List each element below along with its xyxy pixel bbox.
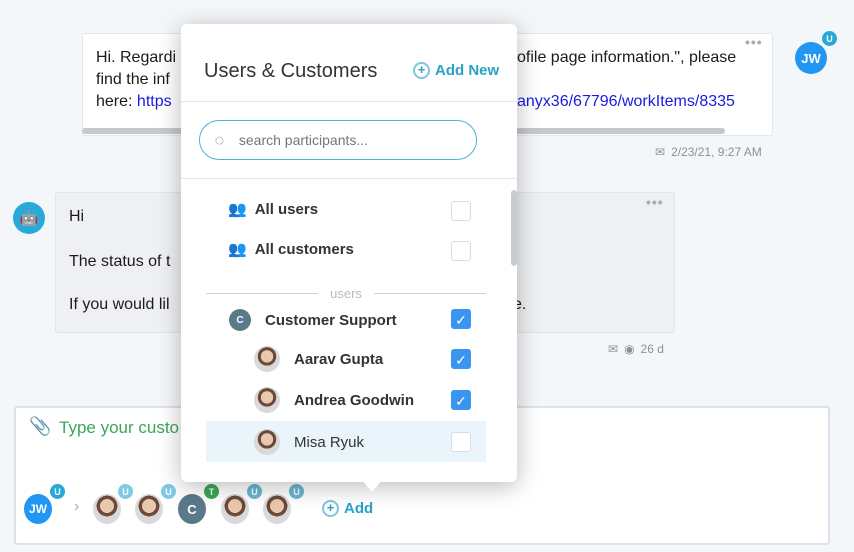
member-andrea-goodwin[interactable]: Andrea Goodwin <box>254 387 414 413</box>
message-meta: ✉ ◉ 26 d <box>608 342 664 356</box>
group-avatar: C <box>229 309 251 331</box>
message-input[interactable]: Type your custo <box>59 418 179 438</box>
users-icon: 👥 <box>228 201 247 218</box>
customers-icon: 👥 <box>228 241 247 258</box>
participant-avatar[interactable] <box>135 494 163 524</box>
participants-popup: Users & Customers +Add New ○ 👥All users … <box>181 24 517 482</box>
user-badge: U <box>50 484 65 499</box>
more-options-icon[interactable]: ••• <box>646 194 664 210</box>
message-link[interactable]: https <box>137 93 172 110</box>
chevron-right-icon: › <box>74 498 80 515</box>
section-separator: users <box>206 286 487 301</box>
vertical-scrollbar[interactable] <box>511 190 517 266</box>
participant-avatar[interactable]: C <box>178 494 206 524</box>
message-line: The status of t <box>69 253 171 270</box>
member-misa-ryuk[interactable]: Misa Ryuk <box>254 429 364 455</box>
more-options-icon[interactable]: ••• <box>745 34 763 50</box>
user-badge: U <box>118 484 133 499</box>
all-users-checkbox[interactable] <box>451 201 471 221</box>
member-checkbox[interactable]: ✓ <box>451 349 471 369</box>
message-line: If you would lil <box>69 296 170 313</box>
add-new-button[interactable]: + Add New <box>413 62 499 79</box>
divider <box>181 101 517 102</box>
message-text-right: ofile page information.", please anyx36/… <box>517 49 737 110</box>
user-badge: U <box>822 31 837 46</box>
mail-icon: ✉ <box>655 145 666 159</box>
member-checkbox[interactable]: ✓ <box>451 390 471 410</box>
search-input[interactable] <box>238 132 439 148</box>
user-badge: U <box>289 484 304 499</box>
add-participant-button[interactable]: + Add <box>322 500 373 517</box>
bot-avatar-icon: 🤖 <box>13 202 45 234</box>
plus-icon: + <box>413 62 430 79</box>
seen-icon: ◉ <box>624 342 635 356</box>
message-text-left: Hi. Regardi find the inf here: https <box>96 49 177 110</box>
popup-title: Users & Customers <box>204 60 378 82</box>
message-line: Hi <box>69 208 85 225</box>
member-checkbox[interactable] <box>451 432 471 452</box>
participant-avatar[interactable] <box>93 494 121 524</box>
search-icon: ○ <box>214 129 225 150</box>
search-field[interactable]: ○ <box>199 120 477 160</box>
divider <box>181 178 517 179</box>
option-all-users[interactable]: 👥 All users <box>228 200 318 219</box>
paperclip-icon[interactable]: 📎 <box>29 416 51 437</box>
member-avatar <box>254 387 280 413</box>
avatar[interactable]: JW <box>24 494 52 524</box>
member-avatar <box>254 346 280 372</box>
mail-icon: ✉ <box>608 342 619 356</box>
participant-avatar[interactable] <box>263 494 291 524</box>
plus-icon: + <box>322 500 339 517</box>
member-avatar <box>254 429 280 455</box>
message-meta: ✉ 2/23/21, 9:27 AM <box>655 145 762 159</box>
user-badge: U <box>161 484 176 499</box>
customer-support-checkbox[interactable]: ✓ <box>451 309 471 329</box>
user-badge: U <box>247 484 262 499</box>
all-customers-checkbox[interactable] <box>451 241 471 261</box>
avatar: JW <box>795 42 827 74</box>
participant-avatar[interactable] <box>221 494 249 524</box>
option-all-customers[interactable]: 👥 All customers <box>228 240 354 259</box>
member-aarav-gupta[interactable]: Aarav Gupta <box>254 346 383 372</box>
popup-pointer <box>362 480 382 492</box>
group-customer-support[interactable]: C Customer Support <box>229 309 397 331</box>
team-badge: T <box>204 484 219 499</box>
